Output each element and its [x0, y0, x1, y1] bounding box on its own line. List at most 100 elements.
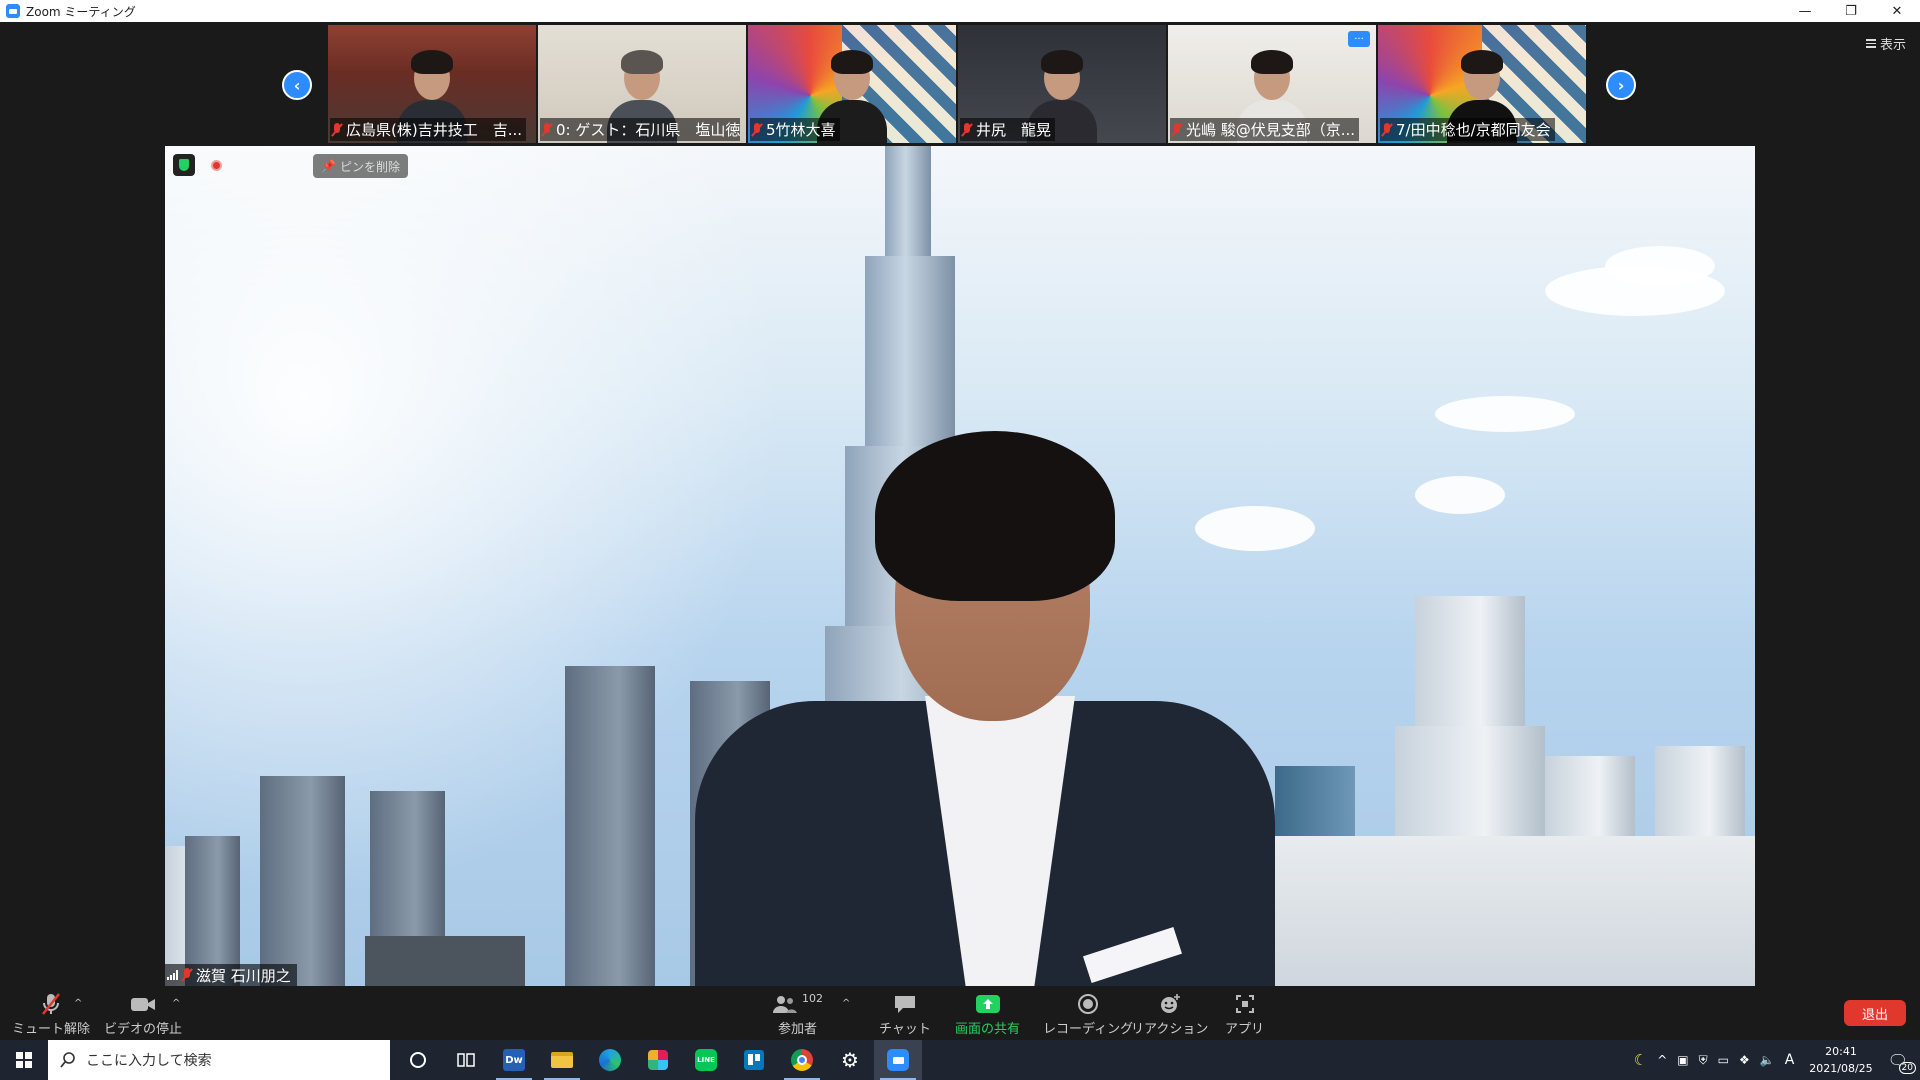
- system-tray: ☾ ^ ▣ ⛨ ▭ ❖ 🔈 A 20:41 2021/08/25 🗨 20: [1629, 1040, 1920, 1080]
- tray-expand-icon[interactable]: ^: [1657, 1053, 1667, 1067]
- clock[interactable]: 20:41 2021/08/25: [1809, 1043, 1872, 1077]
- participant-tile[interactable]: 7/田中稔也/京都同友会: [1378, 25, 1586, 143]
- leave-meeting-button[interactable]: 退出: [1844, 1000, 1906, 1026]
- gear-icon: ⚙: [841, 1048, 859, 1072]
- apps-icon: [1234, 992, 1256, 1016]
- gallery-prev-button[interactable]: ‹: [282, 70, 312, 100]
- notification-center-button[interactable]: 🗨 20: [1888, 1051, 1916, 1074]
- participant-name: 7/田中稔也/京都同友会: [1380, 118, 1555, 141]
- stop-video-button[interactable]: ビデオの停止: [104, 992, 182, 1037]
- window-controls: — ❐ ✕: [1782, 0, 1920, 22]
- taskbar-app-dreamweaver[interactable]: Dw: [490, 1040, 538, 1080]
- chat-icon: [893, 992, 917, 1016]
- participant-name: 5竹林大喜: [750, 118, 840, 141]
- windows-logo-icon: [16, 1052, 32, 1068]
- restore-button[interactable]: ❐: [1828, 0, 1874, 22]
- pin-icon: 📌: [321, 159, 336, 173]
- gallery-next-button[interactable]: ›: [1606, 70, 1636, 100]
- windows-taskbar: ここに入力して検索 Dw LINE ⚙ ☾ ^ ▣ ⛨ ▭ ❖ 🔈 A 20:4…: [0, 1040, 1920, 1080]
- network-icon[interactable]: ▭: [1718, 1053, 1729, 1067]
- more-options-button[interactable]: ···: [1348, 31, 1370, 47]
- chrome-icon: [791, 1049, 813, 1071]
- search-icon: [60, 1052, 75, 1068]
- window-title: Zoom ミーティング: [26, 4, 136, 19]
- mic-muted-icon: [1382, 122, 1392, 137]
- folder-icon: [551, 1052, 573, 1068]
- record-icon: [1077, 992, 1099, 1016]
- trello-icon: [744, 1050, 764, 1070]
- mic-off-icon: [40, 992, 62, 1016]
- close-button[interactable]: ✕: [1874, 0, 1920, 22]
- unpin-button[interactable]: 📌 ピンを削除: [313, 154, 408, 178]
- device-icon[interactable]: ▣: [1677, 1053, 1688, 1067]
- audio-options-caret-icon[interactable]: ^: [74, 998, 82, 1009]
- recording-indicator-icon: [211, 160, 222, 171]
- speaker-volume-icon[interactable]: 🔈: [1760, 1053, 1775, 1067]
- taskbar-apps: Dw LINE ⚙: [394, 1040, 922, 1080]
- minimize-button[interactable]: —: [1782, 0, 1828, 22]
- taskbar-app-chrome[interactable]: [778, 1040, 826, 1080]
- dreamweaver-icon: Dw: [503, 1049, 525, 1071]
- apps-button[interactable]: アプリ: [1225, 992, 1264, 1037]
- taskbar-app-slack[interactable]: [634, 1040, 682, 1080]
- taskbar-app-explorer[interactable]: [538, 1040, 586, 1080]
- smiley-icon: [1158, 992, 1182, 1016]
- share-screen-icon: [975, 992, 1001, 1016]
- video-camera-icon: [129, 992, 157, 1016]
- active-speaker-video: 📌 ピンを削除 滋賀 石川朋之: [165, 146, 1755, 986]
- dropbox-icon[interactable]: ❖: [1739, 1053, 1750, 1067]
- record-button[interactable]: レコーディング: [1043, 992, 1133, 1037]
- taskbar-app-edge[interactable]: [586, 1040, 634, 1080]
- cortana-icon: [410, 1052, 426, 1068]
- slack-icon: [648, 1050, 668, 1070]
- mic-muted-icon: [542, 122, 552, 137]
- participant-strip: 広島県(株)吉井技工 吉... 0: ゲスト：石川県 塩山徳... 5竹林大喜 …: [328, 25, 1586, 143]
- speaker-name-label: 滋賀 石川朋之: [165, 964, 297, 986]
- participant-name: 井尻 龍晃: [960, 118, 1056, 141]
- zoom-icon: [887, 1049, 909, 1071]
- mic-muted-icon: [962, 122, 972, 137]
- weather-moon-icon[interactable]: ☾: [1634, 1051, 1647, 1069]
- taskbar-app-zoom[interactable]: [874, 1040, 922, 1080]
- chat-button[interactable]: チャット: [879, 992, 931, 1037]
- meeting-toolbar: ミュート解除 ^ ビデオの停止 ^ 102 参加者 ^ チャット 画面の共有 レ…: [0, 988, 1920, 1040]
- mic-muted-icon: [332, 122, 342, 137]
- edge-icon: [599, 1049, 621, 1071]
- view-button[interactable]: 表示: [1865, 34, 1906, 53]
- participants-button[interactable]: 102 参加者: [772, 992, 823, 1037]
- mic-muted-icon: [752, 122, 762, 137]
- participant-tile[interactable]: 広島県(株)吉井技工 吉...: [328, 25, 536, 143]
- participant-tile[interactable]: 井尻 龍晃: [958, 25, 1166, 143]
- mic-muted-icon: [182, 968, 192, 982]
- task-view-icon: [457, 1053, 475, 1067]
- participant-tile[interactable]: ··· 光嶋 駿@伏見支部（京...: [1168, 25, 1376, 143]
- participant-tile[interactable]: 5竹林大喜: [748, 25, 956, 143]
- participants-options-caret-icon[interactable]: ^: [842, 998, 850, 1009]
- line-icon: LINE: [695, 1049, 717, 1071]
- participant-name: 0: ゲスト：石川県 塩山徳...: [540, 118, 740, 141]
- encryption-shield-icon[interactable]: [173, 154, 195, 176]
- grid-icon: [1865, 39, 1876, 48]
- meeting-stage: ‹ › 広島県(株)吉井技工 吉... 0: ゲスト：石川県 塩山徳... 5竹…: [0, 22, 1920, 988]
- participant-name: 光嶋 駿@伏見支部（京...: [1170, 118, 1360, 141]
- signal-strength-icon: [167, 970, 178, 980]
- cortana-button[interactable]: [394, 1040, 442, 1080]
- share-screen-button[interactable]: 画面の共有: [955, 992, 1020, 1037]
- participant-tile[interactable]: 0: ゲスト：石川県 塩山徳...: [538, 25, 746, 143]
- title-bar: Zoom ミーティング — ❐ ✕: [0, 0, 1920, 22]
- taskbar-app-settings[interactable]: ⚙: [826, 1040, 874, 1080]
- participants-icon: 102: [772, 992, 823, 1016]
- security-icon[interactable]: ⛨: [1699, 1053, 1708, 1068]
- task-view-button[interactable]: [442, 1040, 490, 1080]
- video-options-caret-icon[interactable]: ^: [172, 998, 180, 1009]
- start-button[interactable]: [0, 1040, 48, 1080]
- reactions-button[interactable]: リアクション: [1131, 992, 1208, 1037]
- taskbar-app-line[interactable]: LINE: [682, 1040, 730, 1080]
- zoom-app-icon: [6, 4, 20, 18]
- speaker-figure: [695, 431, 1275, 986]
- mic-muted-icon: [1172, 122, 1182, 137]
- taskbar-app-trello[interactable]: [730, 1040, 778, 1080]
- participant-name: 広島県(株)吉井技工 吉...: [330, 118, 527, 141]
- ime-mode-indicator[interactable]: A: [1785, 1052, 1795, 1068]
- taskbar-search-box[interactable]: ここに入力して検索: [48, 1040, 390, 1080]
